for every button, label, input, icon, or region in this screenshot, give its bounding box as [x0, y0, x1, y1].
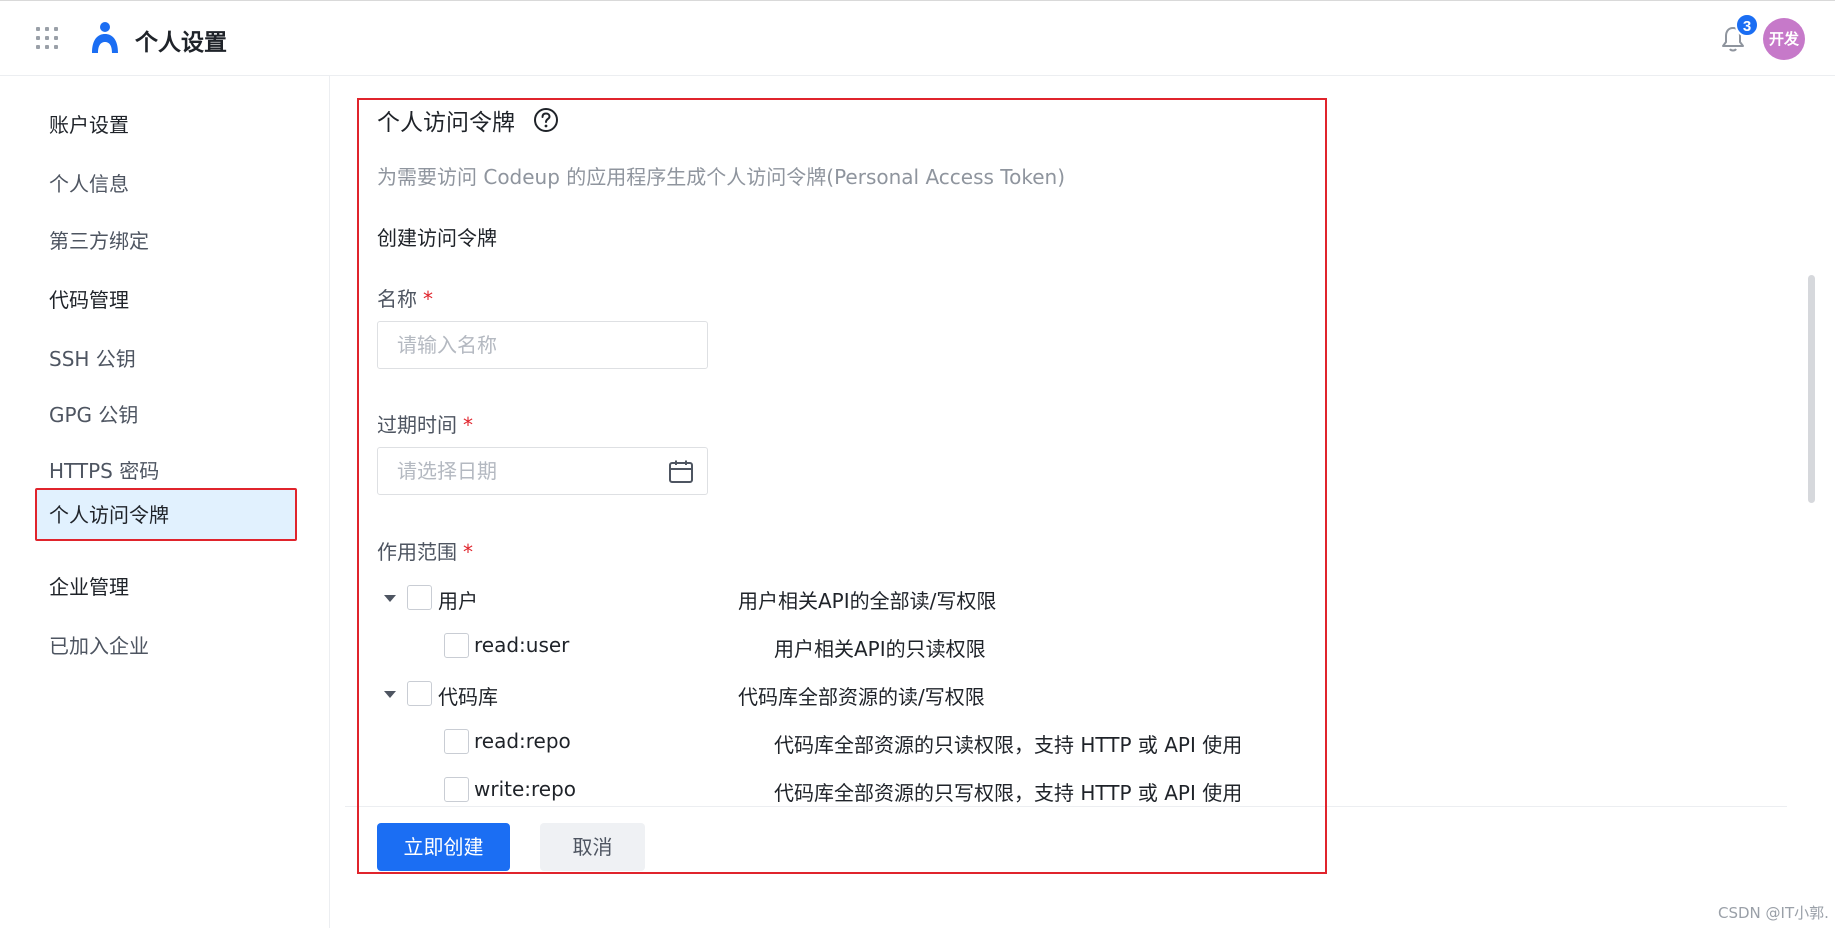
user-avatar[interactable]: 开发	[1763, 18, 1805, 60]
watermark: CSDN @IT小郭.	[1718, 904, 1829, 922]
scope-label-text: 作用范围	[377, 540, 457, 564]
question-circle-icon[interactable]	[533, 107, 559, 133]
create-token-heading: 创建访问令牌	[377, 226, 497, 250]
app-title: 个人设置	[135, 30, 227, 56]
footer-divider	[345, 806, 1787, 807]
sidebar-item-third-party-binding[interactable]: 第三方绑定	[35, 216, 297, 266]
name-label-text: 名称	[377, 287, 417, 311]
sidebar-item-personal-access-tokens[interactable]: 个人访问令牌	[35, 488, 297, 541]
scope-checkbox-read-repo[interactable]	[444, 729, 469, 754]
scope-field-label: 作用范围 *	[377, 536, 473, 565]
sidebar-item-joined-enterprises[interactable]: 已加入企业	[35, 621, 297, 671]
top-bar: 个人设置 3 开发	[0, 0, 1835, 76]
scope-checkbox-write-repo[interactable]	[444, 777, 469, 802]
sidebar-item-code-management[interactable]: 代码管理	[35, 275, 297, 325]
required-mark: *	[463, 413, 473, 437]
required-mark: *	[423, 287, 433, 311]
scope-desc-user: 用户相关API的全部读/写权限	[738, 589, 997, 613]
create-token-button[interactable]: 立即创建	[377, 823, 510, 871]
calendar-icon[interactable]	[668, 459, 694, 485]
scope-name-write-repo: write:repo	[474, 777, 577, 801]
sidebar-item-enterprise-management[interactable]: 企业管理	[35, 562, 297, 612]
scope-name-user: 用户	[438, 589, 478, 613]
scope-desc-read-repo: 代码库全部资源的只读权限，支持 HTTP 或 API 使用	[774, 733, 1243, 757]
expand-caret-icon[interactable]	[384, 691, 396, 698]
vertical-scrollbar[interactable]	[1808, 275, 1815, 503]
expiry-label-text: 过期时间	[377, 413, 457, 437]
grid-menu-icon[interactable]	[36, 27, 60, 51]
scope-name-read-repo: read:repo	[474, 729, 571, 753]
expiry-field-label: 过期时间 *	[377, 409, 473, 438]
scope-desc-read-user: 用户相关API的只读权限	[774, 637, 986, 661]
expiry-date-picker[interactable]: 请选择日期	[377, 447, 708, 495]
scope-checkbox-repo[interactable]	[407, 681, 432, 706]
settings-sidebar: 账户设置 个人信息 第三方绑定 代码管理 SSH 公钥 GPG 公钥 HTTPS…	[0, 76, 330, 928]
scope-checkbox-read-user[interactable]	[444, 633, 469, 658]
sidebar-item-account-settings[interactable]: 账户设置	[35, 100, 297, 150]
user-profile-logo-icon	[92, 22, 118, 53]
token-name-input[interactable]: 请输入名称	[377, 321, 708, 369]
scope-name-repo: 代码库	[438, 685, 498, 709]
required-mark: *	[463, 540, 473, 564]
sidebar-item-personal-info[interactable]: 个人信息	[35, 159, 297, 209]
sidebar-item-gpg-keys[interactable]: GPG 公钥	[35, 390, 297, 440]
sidebar-item-ssh-keys[interactable]: SSH 公钥	[35, 334, 297, 384]
notification-count-badge: 3	[1735, 13, 1759, 37]
scope-desc-repo: 代码库全部资源的读/写权限	[738, 685, 985, 709]
page-title: 个人访问令牌	[377, 110, 515, 136]
scope-desc-write-repo: 代码库全部资源的只写权限，支持 HTTP 或 API 使用	[774, 781, 1243, 805]
name-field-label: 名称 *	[377, 283, 433, 312]
expand-caret-icon[interactable]	[384, 595, 396, 602]
page-description: 为需要访问 Codeup 的应用程序生成个人访问令牌(Personal Acce…	[377, 165, 1065, 189]
scope-checkbox-user[interactable]	[407, 585, 432, 610]
cancel-button[interactable]: 取消	[540, 823, 645, 871]
scope-name-read-user: read:user	[474, 633, 570, 657]
